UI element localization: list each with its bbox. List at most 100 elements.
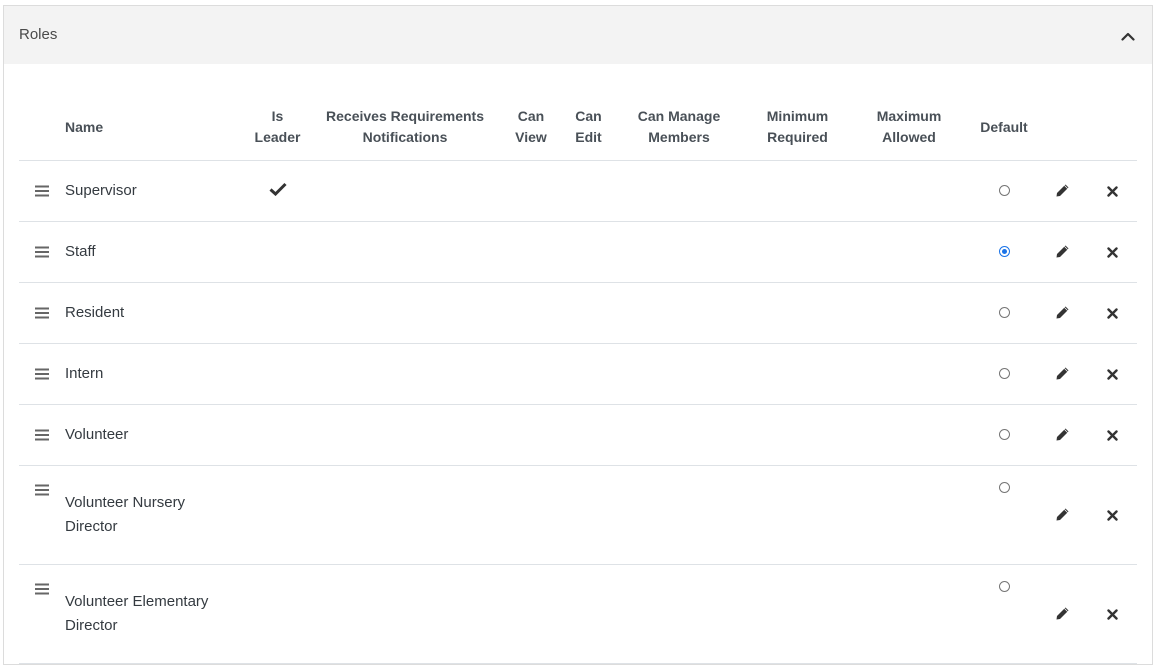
can-edit-cell bbox=[567, 564, 610, 664]
table-header-row: Name Is Leader Receives Requirements Notif… bbox=[19, 94, 1137, 161]
can-view-cell bbox=[495, 160, 567, 222]
can-view-cell bbox=[495, 564, 567, 664]
drag-handle-icon[interactable] bbox=[32, 181, 52, 201]
can-manage-cell bbox=[610, 221, 748, 283]
default-radio[interactable] bbox=[998, 581, 1010, 592]
default-cell bbox=[971, 564, 1037, 664]
header-receives-notifications: Receives Requirements Notifications bbox=[315, 94, 495, 161]
close-icon[interactable] bbox=[1102, 364, 1122, 384]
can-edit-cell bbox=[567, 404, 610, 466]
delete-cell bbox=[1087, 160, 1137, 222]
close-icon[interactable] bbox=[1102, 604, 1122, 624]
minimum-required-cell bbox=[748, 160, 847, 222]
edit-cell bbox=[1037, 465, 1087, 565]
edit-cell bbox=[1037, 343, 1087, 405]
table-row: Resident bbox=[19, 282, 1137, 344]
drag-cell bbox=[19, 465, 65, 565]
table-row: Volunteer Elementary Director bbox=[19, 564, 1137, 664]
header-maximum-allowed: Maximum Allowed bbox=[847, 94, 971, 161]
is-leader-cell bbox=[240, 564, 315, 664]
drag-handle-icon[interactable] bbox=[32, 303, 52, 323]
can-view-cell bbox=[495, 221, 567, 283]
pencil-icon[interactable] bbox=[1052, 302, 1072, 322]
maximum-allowed-cell bbox=[847, 343, 971, 405]
receives-notifications-cell bbox=[315, 465, 495, 565]
table-row: Staff bbox=[19, 221, 1137, 283]
table-row: Supervisor bbox=[19, 160, 1137, 222]
can-view-cell bbox=[495, 465, 567, 565]
pencil-icon[interactable] bbox=[1052, 603, 1072, 623]
pencil-icon[interactable] bbox=[1052, 363, 1072, 383]
can-manage-cell bbox=[610, 160, 748, 222]
drag-handle-icon[interactable] bbox=[32, 579, 52, 599]
receives-notifications-cell bbox=[315, 160, 495, 222]
edit-cell bbox=[1037, 282, 1087, 344]
minimum-required-cell bbox=[748, 465, 847, 565]
delete-cell bbox=[1087, 282, 1137, 344]
can-manage-cell bbox=[610, 465, 748, 565]
maximum-allowed-cell bbox=[847, 221, 971, 283]
drag-cell bbox=[19, 160, 65, 222]
panel-header[interactable]: Roles bbox=[4, 6, 1152, 64]
role-name: Volunteer Elementary Director bbox=[65, 564, 240, 664]
pencil-icon[interactable] bbox=[1052, 241, 1072, 261]
is-leader-cell bbox=[240, 404, 315, 466]
roles-panel: Roles Name Is Leader Receives Requirement… bbox=[3, 5, 1153, 665]
drag-handle-icon[interactable] bbox=[32, 364, 52, 384]
default-cell bbox=[971, 404, 1037, 466]
table-row: Intern bbox=[19, 343, 1137, 405]
pencil-icon[interactable] bbox=[1052, 504, 1072, 524]
is-leader-cell bbox=[240, 465, 315, 565]
can-edit-cell bbox=[567, 282, 610, 344]
can-edit-cell bbox=[567, 160, 610, 222]
can-manage-cell bbox=[610, 282, 748, 344]
chevron-up-icon[interactable] bbox=[1118, 26, 1138, 46]
minimum-required-cell bbox=[748, 221, 847, 283]
default-cell bbox=[971, 282, 1037, 344]
delete-cell bbox=[1087, 564, 1137, 664]
roles-table: Name Is Leader Receives Requirements Notif… bbox=[19, 94, 1137, 664]
close-icon[interactable] bbox=[1102, 425, 1122, 445]
maximum-allowed-cell bbox=[847, 282, 971, 344]
close-icon[interactable] bbox=[1102, 505, 1122, 525]
receives-notifications-cell bbox=[315, 221, 495, 283]
close-icon[interactable] bbox=[1102, 242, 1122, 262]
can-edit-cell bbox=[567, 221, 610, 283]
can-manage-cell bbox=[610, 564, 748, 664]
minimum-required-cell bbox=[748, 564, 847, 664]
can-edit-cell bbox=[567, 465, 610, 565]
header-name: Name bbox=[65, 94, 240, 161]
drag-handle-icon[interactable] bbox=[32, 425, 52, 445]
drag-handle-icon[interactable] bbox=[32, 480, 52, 500]
edit-cell bbox=[1037, 160, 1087, 222]
maximum-allowed-cell bbox=[847, 564, 971, 664]
default-radio[interactable] bbox=[998, 184, 1010, 196]
is-leader-cell bbox=[240, 282, 315, 344]
drag-cell bbox=[19, 564, 65, 664]
default-radio[interactable] bbox=[998, 245, 1010, 257]
drag-handle-icon[interactable] bbox=[32, 242, 52, 262]
table-row: Volunteer Nursery Director bbox=[19, 465, 1137, 565]
edit-cell bbox=[1037, 221, 1087, 283]
header-is-leader: Is Leader bbox=[240, 94, 315, 161]
can-manage-cell bbox=[610, 343, 748, 405]
delete-cell bbox=[1087, 404, 1137, 466]
maximum-allowed-cell bbox=[847, 465, 971, 565]
is-leader-cell bbox=[240, 221, 315, 283]
default-radio[interactable] bbox=[998, 428, 1010, 440]
receives-notifications-cell bbox=[315, 564, 495, 664]
pencil-icon[interactable] bbox=[1052, 424, 1072, 444]
default-radio[interactable] bbox=[998, 367, 1010, 379]
checkmark-icon bbox=[268, 182, 287, 200]
close-icon[interactable] bbox=[1102, 303, 1122, 323]
header-minimum-required: Minimum Required bbox=[748, 94, 847, 161]
delete-cell bbox=[1087, 221, 1137, 283]
default-cell bbox=[971, 221, 1037, 283]
minimum-required-cell bbox=[748, 404, 847, 466]
close-icon[interactable] bbox=[1102, 181, 1122, 201]
default-radio[interactable] bbox=[998, 306, 1010, 318]
default-radio[interactable] bbox=[998, 482, 1010, 493]
default-cell bbox=[971, 343, 1037, 405]
pencil-icon[interactable] bbox=[1052, 180, 1072, 200]
can-edit-cell bbox=[567, 343, 610, 405]
